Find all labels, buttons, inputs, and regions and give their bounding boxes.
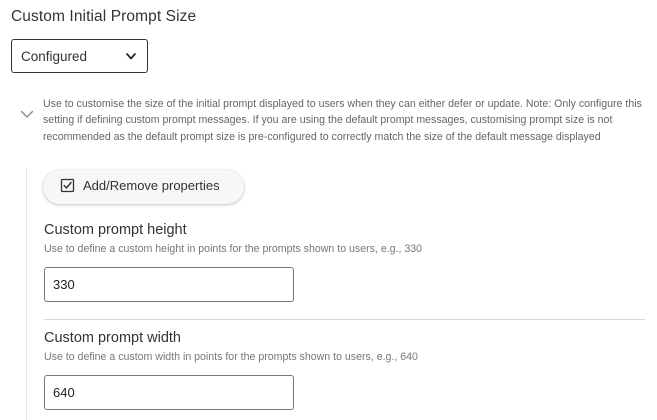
- checkbox-icon: [60, 178, 75, 193]
- add-remove-properties-button[interactable]: Add/Remove properties: [43, 170, 244, 204]
- chevron-down-icon: [126, 53, 136, 60]
- custom-prompt-size-panel: Custom Initial Prompt Size Configured Us…: [0, 0, 657, 420]
- field-divider: [44, 319, 645, 320]
- custom-prompt-width-input[interactable]: [44, 375, 294, 410]
- configured-select[interactable]: Configured: [11, 39, 148, 73]
- field-title-height: Custom prompt height: [44, 222, 187, 238]
- setting-description: Use to customise the size of the initial…: [43, 98, 642, 143]
- nesting-line: [26, 168, 27, 420]
- section-title: Custom Initial Prompt Size: [11, 8, 197, 25]
- field-help-width: Use to define a custom width in points f…: [44, 351, 418, 363]
- collapse-chevron-icon[interactable]: [20, 108, 34, 120]
- custom-prompt-height-input[interactable]: [44, 267, 294, 302]
- field-title-width: Custom prompt width: [44, 330, 181, 346]
- select-value: Configured: [21, 49, 88, 64]
- field-help-height: Use to define a custom height in points …: [44, 243, 423, 255]
- add-remove-label: Add/Remove properties: [83, 178, 220, 193]
